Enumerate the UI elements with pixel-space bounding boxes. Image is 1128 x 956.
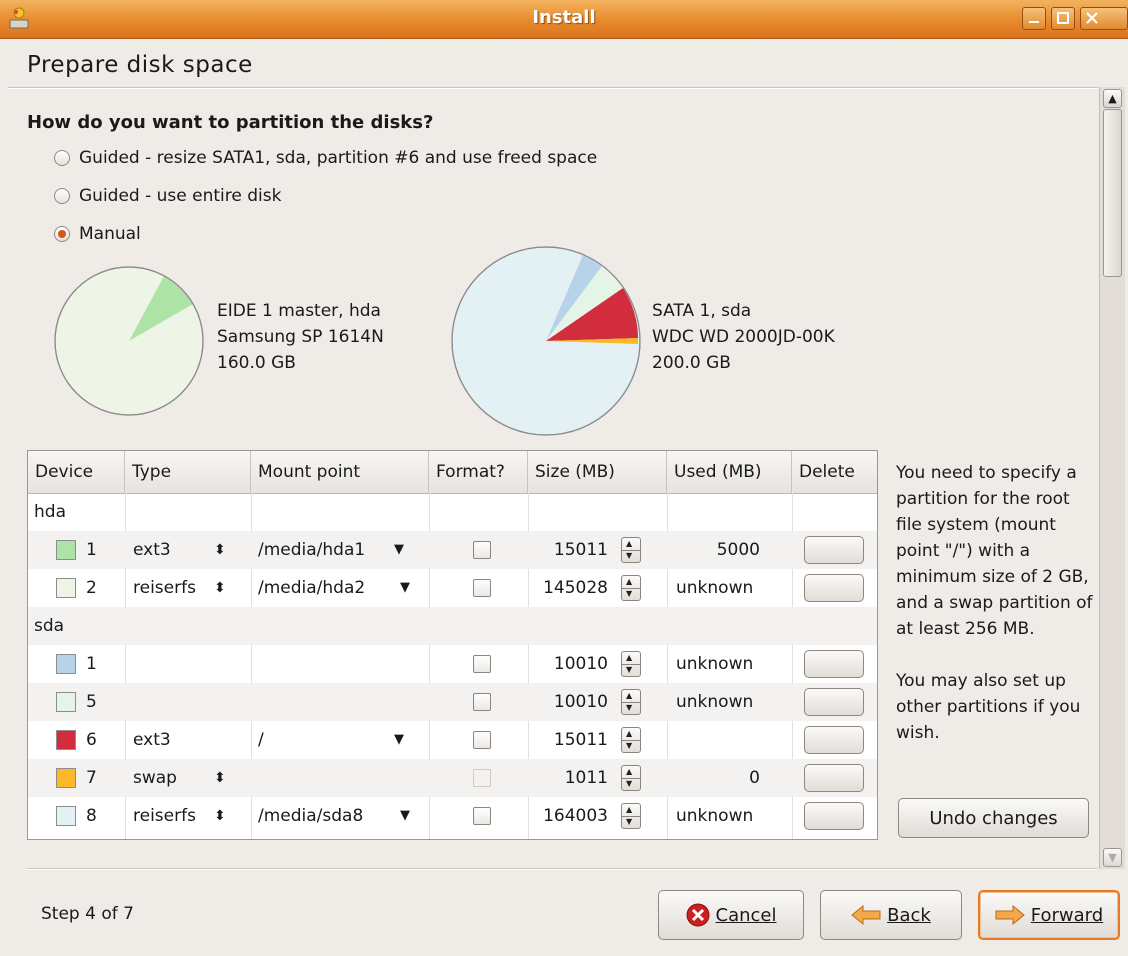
col-size[interactable]: Size (MB) <box>528 451 667 493</box>
scroll-up-arrow-icon[interactable]: ▲ <box>1103 89 1122 108</box>
cancel-label: Cancel <box>715 904 777 926</box>
radio-guided-entire[interactable] <box>54 188 70 204</box>
partition-question: How do you want to partition the disks? <box>27 112 434 133</box>
hda-disk-info: EIDE 1 master, hda Samsung SP 1614N 160.… <box>217 298 384 376</box>
option-guided-resize-label: Guided - resize SATA1, sda, partition #6… <box>79 148 598 168</box>
page-title: Prepare disk space <box>27 52 253 78</box>
close-window-button[interactable] <box>1080 7 1128 30</box>
delete-partition-button[interactable] <box>804 802 864 830</box>
size-spin-button[interactable] <box>621 689 641 715</box>
option-guided-resize[interactable]: Guided - resize SATA1, sda, partition #6… <box>54 148 597 168</box>
help-paragraph-2: You may also set up other partitions if … <box>896 671 1081 743</box>
size-spinner-value[interactable]: 10010 <box>28 645 608 683</box>
delete-partition-button[interactable] <box>804 764 864 792</box>
table-header: Device Type Mount point Format? Size (MB… <box>28 451 877 494</box>
back-button[interactable]: Back <box>820 890 962 940</box>
option-guided-entire-label: Guided - use entire disk <box>79 186 282 206</box>
size-spinner-value[interactable]: 145028 <box>28 569 608 607</box>
help-paragraph-1: You need to specify a partition for the … <box>896 463 1093 639</box>
table-row[interactable]: 1 ext3 ⬍ /media/hda1 ▼ 15011 5000 <box>28 531 877 569</box>
radio-guided-resize[interactable] <box>54 150 70 166</box>
col-format[interactable]: Format? <box>429 451 528 493</box>
sda-disk-info: SATA 1, sda WDC WD 2000JD-00K 200.0 GB <box>652 298 835 376</box>
step-indicator: Step 4 of 7 <box>41 904 134 924</box>
option-manual-label: Manual <box>79 224 141 244</box>
close-icon <box>1086 12 1098 24</box>
used-value: unknown <box>676 654 754 674</box>
forward-arrow-icon <box>995 904 1025 926</box>
hda-pie-chart <box>54 266 204 416</box>
col-used[interactable]: Used (MB) <box>667 451 792 493</box>
window-title: Install <box>532 7 596 28</box>
size-spinner-value[interactable]: 10010 <box>28 683 608 721</box>
maximize-button[interactable] <box>1051 7 1075 30</box>
table-row[interactable]: 7 swap ⬍ 1011 0 <box>28 759 877 797</box>
used-value: 0 <box>749 768 760 788</box>
undo-changes-label: Undo changes <box>929 807 1058 829</box>
scrollbar-thumb[interactable] <box>1103 109 1122 277</box>
used-value: unknown <box>676 806 754 826</box>
size-spinner-value[interactable]: 164003 <box>28 797 608 835</box>
table-row-group-sda[interactable]: sda <box>28 607 877 645</box>
col-delete[interactable]: Delete <box>792 451 877 493</box>
table-row[interactable]: 8 reiserfs ⬍ /media/sda8 ▼ 164003 unknow… <box>28 797 877 835</box>
vertical-scrollbar[interactable]: ▲ ▼ <box>1099 87 1125 869</box>
title-bar[interactable]: Install <box>0 0 1128 39</box>
minimize-icon <box>1029 21 1039 23</box>
size-spin-button[interactable] <box>621 575 641 601</box>
size-spin-button[interactable] <box>621 727 641 753</box>
scroll-down-arrow-icon[interactable]: ▼ <box>1103 848 1122 867</box>
option-guided-entire[interactable]: Guided - use entire disk <box>54 186 281 206</box>
table-row-group-hda[interactable]: hda <box>28 493 877 531</box>
used-value: unknown <box>676 578 754 598</box>
maximize-icon <box>1057 12 1069 24</box>
sda-size: 200.0 GB <box>652 353 731 373</box>
option-manual[interactable]: Manual <box>54 224 141 244</box>
header-divider <box>8 87 1098 89</box>
installer-window: Install Prepare disk space How do you wa… <box>0 0 1128 956</box>
used-value: unknown <box>676 692 754 712</box>
forward-label: Forward <box>1030 904 1104 926</box>
delete-partition-button[interactable] <box>804 536 864 564</box>
back-label: Back <box>887 904 931 926</box>
size-spin-button[interactable] <box>621 803 641 829</box>
sda-pie-chart <box>451 246 641 436</box>
col-mount-point[interactable]: Mount point <box>251 451 429 493</box>
back-arrow-icon <box>851 904 881 926</box>
hda-size: 160.0 GB <box>217 353 296 373</box>
group-label-hda: hda <box>34 502 66 522</box>
delete-partition-button[interactable] <box>804 688 864 716</box>
size-spinner-value[interactable]: 15011 <box>28 721 608 759</box>
sda-model: WDC WD 2000JD-00K <box>652 327 835 347</box>
used-value: 5000 <box>716 540 760 560</box>
partition-help-text: You need to specify a partition for the … <box>896 460 1096 746</box>
table-row[interactable]: 5 10010 unknown <box>28 683 877 721</box>
forward-button[interactable]: Forward <box>978 890 1120 940</box>
size-spin-button[interactable] <box>621 651 641 677</box>
radio-manual[interactable] <box>54 226 70 242</box>
hda-name: EIDE 1 master, hda <box>217 301 381 321</box>
table-row[interactable]: 6 ext3 / ▼ 15011 <box>28 721 877 759</box>
delete-partition-button[interactable] <box>804 726 864 754</box>
table-row[interactable]: 1 10010 unknown <box>28 645 877 683</box>
sda-name: SATA 1, sda <box>652 301 752 321</box>
group-label-sda: sda <box>34 616 65 636</box>
delete-partition-button[interactable] <box>804 650 864 678</box>
minimize-button[interactable] <box>1022 7 1046 30</box>
undo-changes-button[interactable]: Undo changes <box>898 798 1089 838</box>
cancel-icon <box>686 903 710 927</box>
col-device[interactable]: Device <box>28 451 125 493</box>
partition-table[interactable]: Device Type Mount point Format? Size (MB… <box>27 450 878 840</box>
hda-model: Samsung SP 1614N <box>217 327 384 347</box>
col-type[interactable]: Type <box>125 451 251 493</box>
delete-partition-button[interactable] <box>804 574 864 602</box>
table-row[interactable]: 2 reiserfs ⬍ /media/hda2 ▼ 145028 unknow… <box>28 569 877 607</box>
cancel-button[interactable]: Cancel <box>658 890 804 940</box>
footer-divider <box>27 868 1097 870</box>
